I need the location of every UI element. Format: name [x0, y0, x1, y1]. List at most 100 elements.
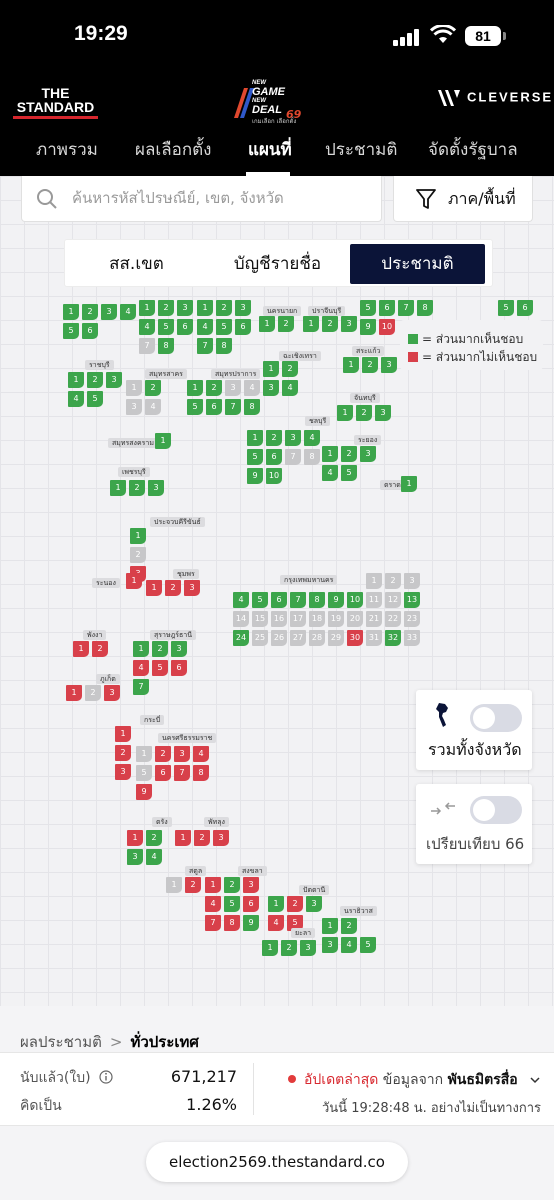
- region-filter-button[interactable]: ภาค/พื้นที่: [393, 176, 533, 222]
- district-cell[interactable]: 1: [366, 573, 382, 589]
- whole-province-switch[interactable]: [470, 704, 522, 732]
- district-cell[interactable]: 8: [244, 399, 260, 415]
- district-cell[interactable]: 1: [130, 528, 146, 544]
- district-cell[interactable]: 6: [271, 592, 287, 608]
- district-cell[interactable]: 2: [278, 316, 294, 332]
- district-cell[interactable]: 1: [133, 641, 149, 657]
- district-cell[interactable]: 3: [341, 316, 357, 332]
- district-cell[interactable]: 1: [63, 304, 79, 320]
- district-cell[interactable]: 8: [158, 338, 174, 354]
- district-cell[interactable]: 4: [145, 399, 161, 415]
- province-label[interactable]: ระยอง: [354, 435, 382, 445]
- segment-party-list[interactable]: บัญชีรายชื่อ: [206, 244, 349, 284]
- district-cell[interactable]: 8: [309, 592, 325, 608]
- district-cell[interactable]: 7: [174, 765, 190, 781]
- district-cell[interactable]: 5: [360, 937, 376, 953]
- district-cell[interactable]: 3: [174, 746, 190, 762]
- province-label[interactable]: ประจวบคีรีขันธ์: [150, 517, 205, 527]
- district-cell[interactable]: 7: [139, 338, 155, 354]
- district-cell[interactable]: 2: [216, 300, 232, 316]
- district-cell[interactable]: 1: [263, 361, 279, 377]
- district-cell[interactable]: 4: [139, 319, 155, 335]
- district-cell[interactable]: 7: [290, 592, 306, 608]
- province-label[interactable]: ยะลา: [291, 928, 316, 938]
- district-cell[interactable]: 3: [115, 764, 131, 780]
- district-cell[interactable]: 4: [205, 896, 221, 912]
- province-label[interactable]: ชุมพร: [173, 569, 199, 579]
- district-cell[interactable]: 3: [104, 685, 120, 701]
- district-cell[interactable]: 1: [343, 357, 359, 373]
- district-cell[interactable]: 2: [282, 361, 298, 377]
- district-cell[interactable]: 3: [127, 849, 143, 865]
- district-cell[interactable]: 19: [328, 611, 344, 627]
- district-cell[interactable]: 5: [247, 449, 263, 465]
- district-cell[interactable]: 2: [362, 357, 378, 373]
- district-cell[interactable]: 1: [126, 380, 142, 396]
- district-cell[interactable]: 5: [187, 399, 203, 415]
- district-cell[interactable]: 3: [263, 380, 279, 396]
- district-cell[interactable]: 9: [136, 784, 152, 800]
- province-label[interactable]: นราธิวาส: [340, 906, 377, 916]
- district-cell[interactable]: 1: [175, 830, 191, 846]
- district-cell[interactable]: 1: [187, 380, 203, 396]
- district-cell[interactable]: 3: [106, 372, 122, 388]
- district-cell[interactable]: 5: [360, 300, 376, 316]
- province-label[interactable]: นครศรีธรรมราช: [158, 733, 217, 743]
- district-cell[interactable]: 5: [136, 765, 152, 781]
- district-cell[interactable]: 5: [152, 660, 168, 676]
- district-cell[interactable]: 7: [285, 449, 301, 465]
- district-cell[interactable]: 3: [360, 446, 376, 462]
- district-cell[interactable]: 1: [166, 877, 182, 893]
- district-cell[interactable]: 3: [300, 940, 316, 956]
- district-cell[interactable]: 3: [375, 405, 391, 421]
- district-cell[interactable]: 1: [115, 726, 131, 742]
- district-cell[interactable]: 5: [63, 323, 79, 339]
- district-cell[interactable]: 4: [341, 937, 357, 953]
- district-cell[interactable]: 2: [85, 685, 101, 701]
- district-cell[interactable]: 1: [146, 580, 162, 596]
- district-cell[interactable]: 4: [322, 465, 338, 481]
- district-cell[interactable]: 6: [155, 765, 171, 781]
- district-cell[interactable]: 10: [379, 319, 395, 335]
- district-cell[interactable]: 4: [233, 592, 249, 608]
- district-cell[interactable]: 8: [304, 449, 320, 465]
- district-cell[interactable]: 5: [252, 592, 268, 608]
- district-cell[interactable]: 29: [328, 630, 344, 646]
- district-cell[interactable]: 4: [197, 319, 213, 335]
- district-cell[interactable]: 3: [148, 480, 164, 496]
- province-label[interactable]: ชลบุรี: [305, 416, 331, 426]
- district-cell[interactable]: 24: [233, 630, 249, 646]
- province-label[interactable]: สุราษฎร์ธานี: [150, 630, 197, 640]
- search-input[interactable]: [72, 185, 372, 211]
- district-cell[interactable]: 4: [282, 380, 298, 396]
- district-cell[interactable]: 11: [366, 592, 382, 608]
- district-cell[interactable]: 2: [165, 580, 181, 596]
- district-cell[interactable]: 4: [120, 304, 136, 320]
- district-cell[interactable]: 6: [82, 323, 98, 339]
- tab-election-results[interactable]: ผลเลือกตั้ง: [135, 136, 211, 163]
- district-cell[interactable]: 2: [341, 446, 357, 462]
- district-cell[interactable]: 2: [129, 480, 145, 496]
- province-label[interactable]: ราชบุรี: [85, 360, 114, 370]
- district-cell[interactable]: 4: [146, 849, 162, 865]
- district-cell[interactable]: 2: [356, 405, 372, 421]
- province-label[interactable]: สมุทรสงคราม: [108, 438, 158, 448]
- district-cell[interactable]: 5: [498, 300, 514, 316]
- district-cell[interactable]: 32: [385, 630, 401, 646]
- tab-form-government[interactable]: จัดตั้งรัฐบาล: [428, 136, 518, 163]
- url-bar[interactable]: election2569.thestandard.co: [146, 1142, 408, 1182]
- district-cell[interactable]: 8: [193, 765, 209, 781]
- province-label[interactable]: ปัตตานี: [299, 885, 330, 895]
- district-cell[interactable]: 1: [155, 433, 171, 449]
- district-cell[interactable]: 10: [347, 592, 363, 608]
- province-label[interactable]: สมุทรสาคร: [145, 369, 187, 379]
- district-cell[interactable]: 9: [247, 468, 263, 484]
- district-cell[interactable]: 1: [68, 372, 84, 388]
- province-label[interactable]: ฉะเชิงเทรา: [279, 351, 321, 361]
- district-cell[interactable]: 1: [197, 300, 213, 316]
- district-cell[interactable]: 18: [309, 611, 325, 627]
- district-cell[interactable]: 1: [322, 446, 338, 462]
- update-source-dropdown[interactable]: อัปเดตล่าสุด ข้อมูลจาก พันธมิตรสื่อ: [288, 1069, 540, 1091]
- district-cell[interactable]: 3: [213, 830, 229, 846]
- tab-map[interactable]: แผนที่: [248, 136, 292, 163]
